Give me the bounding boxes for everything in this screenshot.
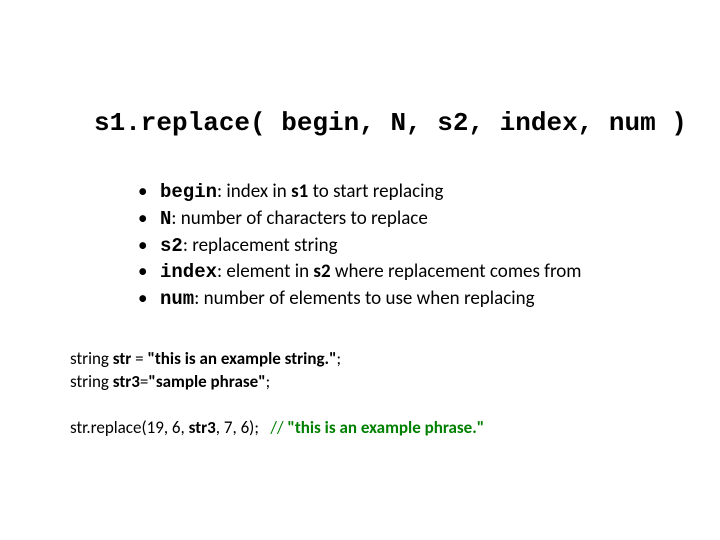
param-name: num [160, 288, 194, 310]
bullet-text: s2: replacement string [160, 234, 660, 259]
parameter-list: • begin: index in s1 to start replacing … [138, 180, 660, 314]
param-name: N [160, 208, 171, 230]
example-code: string str = "this is an example string.… [70, 348, 484, 440]
slide: s1.replace( begin, N, s2, index, num ) •… [0, 0, 720, 540]
bullet-N: • N: number of characters to replace [138, 207, 660, 232]
bullet-num: • num: number of elements to use when re… [138, 287, 660, 312]
param-name: index [160, 261, 217, 283]
code-line-1: string str = "this is an example string.… [70, 348, 484, 371]
code-comment: // "this is an example phrase." [270, 417, 484, 438]
param-desc: : number of elements to use when replaci… [194, 287, 534, 310]
bullet-dot: • [138, 260, 160, 284]
param-desc-a: : index in [217, 180, 291, 203]
param-desc-b: where replacement comes from [331, 260, 582, 283]
code-line-2: string str3="sample phrase"; [70, 371, 484, 394]
param-desc-a: : element in [217, 260, 313, 283]
bullet-s2: • s2: replacement string [138, 234, 660, 259]
bullet-dot: • [138, 234, 160, 258]
param-name: s2 [160, 235, 183, 257]
param-name: begin [160, 181, 217, 203]
code-line-blank [70, 394, 484, 417]
bullet-text: N: number of characters to replace [160, 207, 660, 232]
bullet-dot: • [138, 287, 160, 311]
param-desc-b: to start replacing [308, 180, 443, 203]
code-line-3: str.replace(19, 6, str3, 7, 6); // "this… [70, 417, 484, 440]
bullet-begin: • begin: index in s1 to start replacing [138, 180, 660, 205]
param-desc: : replacement string [183, 234, 338, 257]
bullet-dot: • [138, 180, 160, 204]
bullet-text: begin: index in s1 to start replacing [160, 180, 660, 205]
ref-s1: s1 [291, 180, 308, 203]
bullet-dot: • [138, 207, 160, 231]
param-desc: : number of characters to replace [171, 207, 427, 230]
bullet-index: • index: element in s2 where replacement… [138, 260, 660, 285]
bullet-text: index: element in s2 where replacement c… [160, 260, 660, 285]
bullet-text: num: number of elements to use when repl… [160, 287, 660, 312]
ref-s2: s2 [313, 260, 330, 283]
title-signature: s1.replace( begin, N, s2, index, num ) [94, 108, 690, 138]
